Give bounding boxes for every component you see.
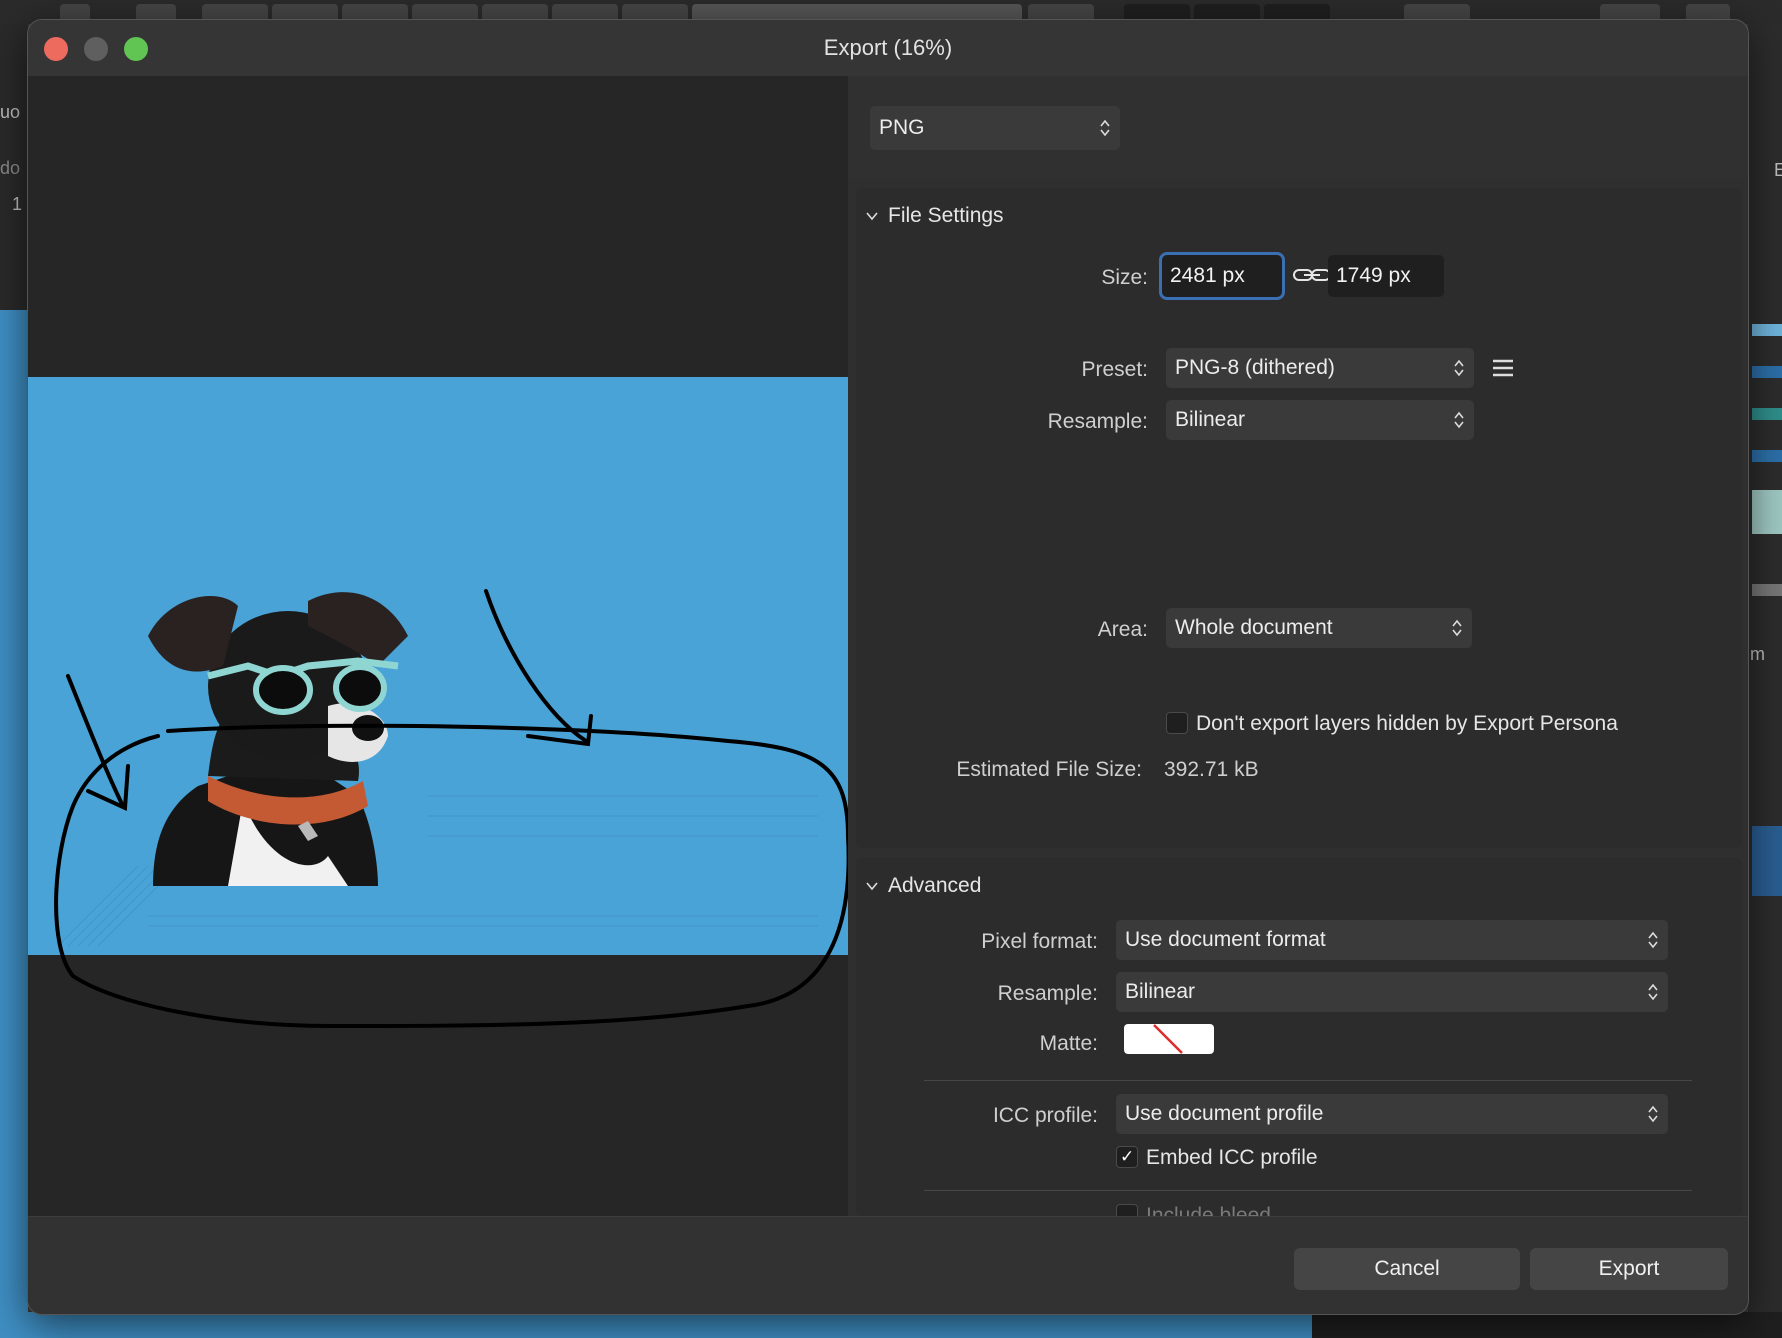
- advanced-resample-select[interactable]: Bilinear: [1116, 972, 1668, 1012]
- resample-select[interactable]: Bilinear: [1166, 400, 1474, 440]
- background-swatch: [1752, 490, 1782, 534]
- updown-chevron-icon: [1454, 359, 1464, 377]
- preview-canvas: [28, 377, 848, 955]
- matte-color-swatch[interactable]: [1124, 1024, 1214, 1054]
- chevron-down-icon[interactable]: [866, 210, 878, 222]
- advanced-resample-value: Bilinear: [1125, 980, 1196, 1003]
- cancel-button[interactable]: Cancel: [1294, 1248, 1520, 1290]
- preset-label: Preset:: [1081, 358, 1148, 381]
- width-field[interactable]: 2481 px: [1162, 255, 1282, 297]
- pixel-format-value: Use document format: [1125, 928, 1326, 951]
- pixel-format-label: Pixel format:: [981, 930, 1098, 953]
- background-left-text: uo: [0, 102, 21, 122]
- file-settings-section: File Settings Size: 2481 px 1749 px Pres…: [856, 188, 1742, 848]
- resample-label: Resample:: [1047, 410, 1148, 433]
- estimated-size-value: 392.71 kB: [1164, 758, 1259, 781]
- background-swatch: [1752, 584, 1782, 596]
- preset-menu-icon[interactable]: [1492, 358, 1514, 378]
- background-swatch: [1752, 366, 1782, 378]
- format-area: PNG: [848, 76, 1748, 178]
- dialog-footer: Cancel Export: [28, 1216, 1748, 1314]
- background-swatch: [1752, 450, 1782, 462]
- height-field[interactable]: 1749 px: [1328, 255, 1444, 297]
- background-canvas: [0, 310, 28, 1338]
- export-settings-panel: PNG File Settings Size: 2481 px 1749 px …: [848, 76, 1748, 1227]
- embed-icc-label: Embed ICC profile: [1146, 1146, 1318, 1169]
- icc-profile-value: Use document profile: [1125, 1102, 1324, 1125]
- background-swatch: [1752, 826, 1782, 896]
- icc-profile-label: ICC profile:: [992, 1104, 1098, 1127]
- preset-value: PNG-8 (dithered): [1175, 356, 1335, 379]
- background-swatch: [1752, 324, 1782, 336]
- export-button[interactable]: Export: [1530, 1248, 1728, 1290]
- divider: [924, 1190, 1692, 1191]
- checkmark-icon: ✓: [1120, 1147, 1135, 1166]
- chevron-down-icon[interactable]: [866, 880, 878, 892]
- preview-image: [28, 377, 848, 1029]
- background-canvas-bottom: [0, 1312, 1312, 1338]
- background-left-text: 1: [12, 194, 23, 214]
- background-right-panel: [1748, 24, 1782, 1338]
- updown-chevron-icon: [1648, 1105, 1658, 1123]
- background-right-text: m: [1750, 644, 1765, 664]
- hidden-layers-label: Don't export layers hidden by Export Per…: [1196, 712, 1618, 735]
- preset-select[interactable]: PNG-8 (dithered): [1166, 348, 1474, 388]
- hidden-layers-checkbox[interactable]: [1166, 712, 1188, 734]
- export-dialog: Export (16%) PNG File Settings Size: 248…: [28, 20, 1748, 1314]
- background-swatch: [1752, 408, 1782, 420]
- advanced-section: Advanced Pixel format: Use document form…: [856, 858, 1742, 1227]
- background-bottom-right: [1312, 1312, 1782, 1338]
- updown-chevron-icon: [1648, 983, 1658, 1001]
- link-chain-icon[interactable]: [1292, 266, 1332, 286]
- estimated-size-label: Estimated File Size:: [956, 758, 1142, 781]
- embed-icc-checkbox[interactable]: ✓: [1116, 1146, 1138, 1168]
- resample-value: Bilinear: [1175, 408, 1246, 431]
- updown-chevron-icon: [1648, 931, 1658, 949]
- area-select[interactable]: Whole document: [1166, 608, 1472, 648]
- pixel-format-select[interactable]: Use document format: [1116, 920, 1668, 960]
- format-select[interactable]: PNG: [870, 106, 1120, 150]
- updown-chevron-icon: [1452, 619, 1462, 637]
- icc-profile-select[interactable]: Use document profile: [1116, 1094, 1668, 1134]
- background-right-text: E: [1774, 160, 1782, 180]
- updown-chevron-icon: [1100, 119, 1110, 137]
- matte-label: Matte:: [1039, 1032, 1098, 1055]
- window-title: Export (16%): [823, 35, 953, 60]
- size-label: Size:: [1101, 266, 1148, 289]
- advanced-resample-label: Resample:: [997, 982, 1098, 1005]
- format-value: PNG: [879, 116, 925, 139]
- export-preview: [28, 76, 848, 1216]
- background-left-text: do: [0, 158, 21, 178]
- file-settings-heading: File Settings: [888, 204, 1004, 227]
- title-bar: Export (16%): [28, 20, 1748, 76]
- area-label: Area:: [1097, 618, 1148, 641]
- updown-chevron-icon: [1454, 411, 1464, 429]
- divider: [924, 1080, 1692, 1081]
- advanced-heading: Advanced: [888, 874, 982, 897]
- area-value: Whole document: [1175, 616, 1333, 639]
